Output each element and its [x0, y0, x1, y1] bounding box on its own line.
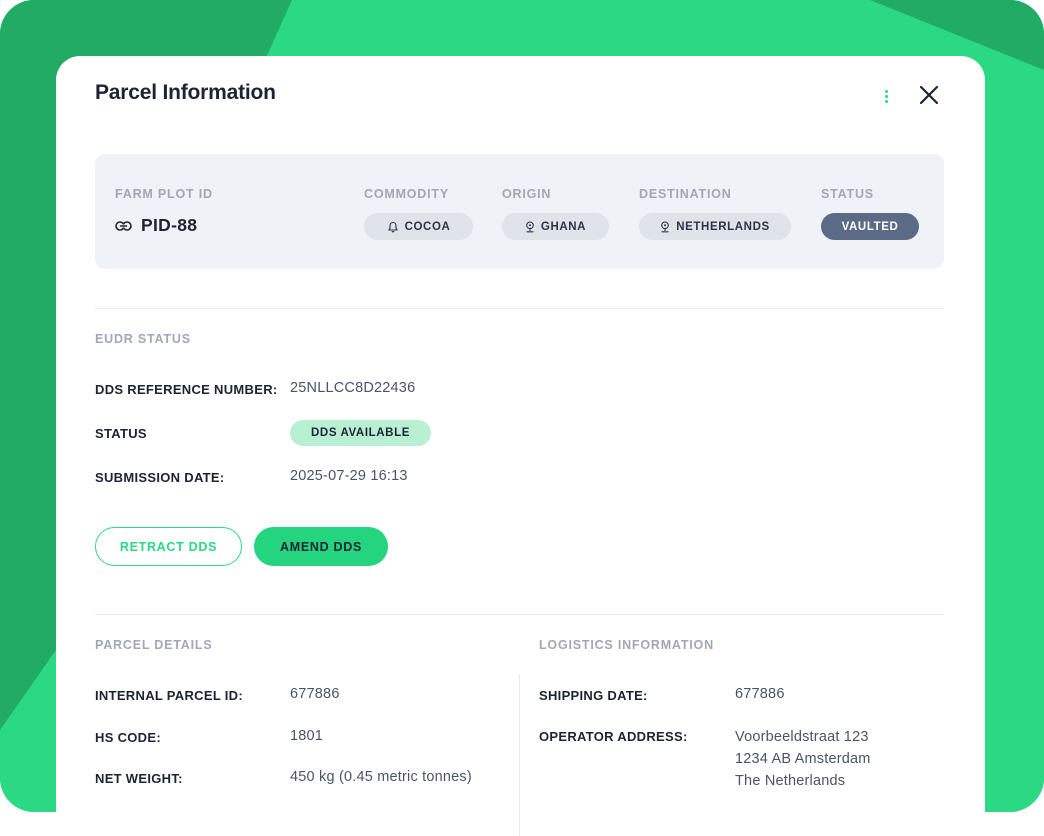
amend-dds-button[interactable]: AMEND DDS [254, 527, 388, 566]
close-button[interactable] [918, 84, 940, 106]
operator-address-value: Voorbeeldstraat 123 1234 AB Amsterdam Th… [735, 726, 871, 792]
modal-title: Parcel Information [95, 81, 276, 104]
status-label: STATUS [821, 187, 874, 201]
link-icon [115, 220, 132, 231]
parcel-summary-card: FARM PLOT ID PID-88 COMMODITY COCOA ORIG… [95, 154, 944, 269]
logistics-information-title: LOGISTICS INFORMATION [539, 638, 714, 652]
origin-value: GHANA [540, 220, 587, 233]
bell-icon [387, 221, 398, 232]
address-line: The Netherlands [735, 773, 846, 789]
eudr-status-title: EUDR STATUS [95, 332, 191, 346]
origin-chip: GHANA [502, 213, 609, 240]
more-options-button[interactable] [876, 86, 896, 106]
parcel-details-title: PARCEL DETAILS [95, 638, 213, 652]
farm-plot-id-value: PID-88 [141, 215, 198, 235]
submission-date-value: 2025-07-29 16:13 [290, 468, 408, 484]
origin-label: ORIGIN [502, 187, 552, 201]
net-weight-label: NET WEIGHT: [95, 771, 183, 786]
status-value: VAULTED [841, 220, 899, 233]
parcel-information-modal: Parcel Information FARM PLOT ID PID-88 C… [56, 56, 985, 836]
farm-plot-id[interactable]: PID-88 [115, 215, 197, 236]
net-weight-value: 450 kg (0.45 metric tonnes) [290, 769, 472, 785]
address-line: Voorbeeldstraat 123 [735, 729, 869, 745]
retract-dds-button[interactable]: RETRACT DDS [95, 527, 242, 566]
shipping-date-value: 677886 [735, 686, 785, 702]
dds-available-badge: DDS AVAILABLE [290, 420, 431, 446]
dds-reference-label: DDS REFERENCE NUMBER: [95, 382, 278, 397]
close-icon [919, 85, 939, 105]
internal-parcel-id-label: INTERNAL PARCEL ID: [95, 688, 243, 703]
commodity-chip: COCOA [364, 213, 473, 240]
operator-address-label: OPERATOR ADDRESS: [539, 729, 688, 744]
shipping-date-label: SHIPPING DATE: [539, 688, 648, 703]
internal-parcel-id-value: 677886 [290, 686, 340, 702]
more-vertical-icon [884, 89, 888, 93]
destination-value: NETHERLANDS [676, 220, 770, 233]
farm-plot-id-label: FARM PLOT ID [115, 187, 213, 201]
eudr-status-label: STATUS [95, 426, 147, 441]
pin-icon [661, 220, 670, 232]
destination-chip: NETHERLANDS [639, 213, 791, 240]
dds-reference-value: 25NLLCC8D22436 [290, 380, 416, 396]
hs-code-label: HS CODE: [95, 730, 161, 745]
section-divider [95, 614, 944, 615]
hs-code-value: 1801 [290, 728, 324, 744]
section-divider [95, 308, 944, 309]
submission-date-label: SUBMISSION DATE: [95, 470, 225, 485]
destination-label: DESTINATION [639, 187, 732, 201]
commodity-label: COMMODITY [364, 187, 449, 201]
commodity-value: COCOA [404, 220, 451, 233]
pin-icon [526, 220, 534, 232]
address-line: 1234 AB Amsterdam [735, 751, 871, 767]
status-badge: VAULTED [821, 213, 919, 240]
